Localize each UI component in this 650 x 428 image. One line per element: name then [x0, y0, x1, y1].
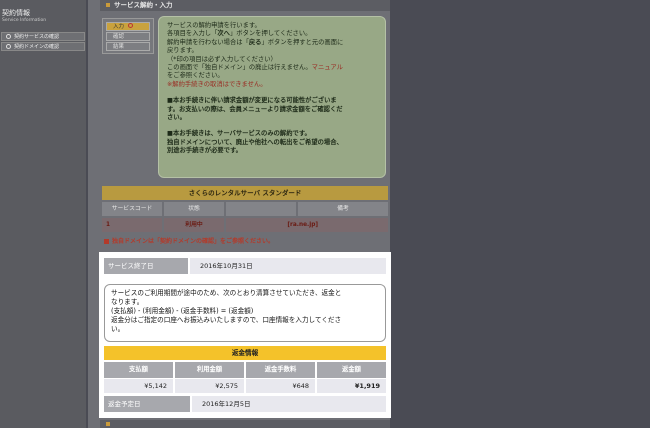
- table-header: 状態: [164, 202, 224, 216]
- notice-text: 各項目を入力し「次へ」ボタンを押してください。: [167, 30, 312, 38]
- info-text: い。: [111, 325, 125, 333]
- refund-info-box: サービスのご利用期間が途中のため、次のとおり清算させていただき、返金と なります…: [104, 284, 386, 342]
- step-confirm: 確認: [106, 32, 150, 41]
- usage-amount: ¥2,575: [175, 379, 244, 393]
- table-header: サービスコード: [102, 202, 162, 216]
- sidebar-header: 契約情報 Service Information: [2, 8, 82, 24]
- end-date-label: サービス終了日: [104, 258, 188, 274]
- circle-icon: [6, 34, 11, 39]
- table-header: 備考: [298, 202, 388, 216]
- info-text: なります。: [111, 298, 144, 306]
- refund-amount: ¥1,919: [317, 379, 386, 393]
- refund-date-label: 返金予定日: [104, 396, 190, 412]
- sidebar-item-label: 契約ドメインの確認: [14, 44, 60, 50]
- page-title: サービス解約・入力: [114, 1, 173, 9]
- step-indicator: 入力 確認 結果: [102, 18, 154, 54]
- refund-date-row: 返金予定日 2016年12月5日: [104, 396, 386, 412]
- refund-title: 返金情報: [104, 346, 386, 360]
- sidebar-item-service-check[interactable]: 契約サービスの確認: [1, 32, 85, 41]
- notice-text: さい。: [167, 114, 186, 122]
- notice-text: 別途お手続きが必要です。: [167, 147, 242, 155]
- manual-link[interactable]: マニュアル: [312, 64, 343, 71]
- notice-text: す。お支払いの際は、会員メニューより請求金額をご確認くだ: [167, 105, 343, 113]
- col-usage: 利用金額: [175, 362, 244, 378]
- end-date-value: 2016年10月31日: [190, 258, 386, 274]
- col-refund: 返金額: [317, 362, 386, 378]
- notice-text: ■本お手続きに伴い請求金額が変更になる可能性がございま: [167, 97, 337, 105]
- sidebar-subtitle: Service Information: [2, 18, 47, 23]
- status-badge: 利用中: [164, 218, 224, 232]
- refund-date-value: 2016年12月5日: [192, 396, 386, 412]
- step-result: 結果: [106, 42, 150, 51]
- info-text: 返金分はご指定の口座へお振込みいたしますので、口座情報を入力してくださ: [111, 316, 342, 324]
- table-header: [226, 202, 296, 216]
- notice-text: 戻ります。: [167, 47, 198, 55]
- current-step-icon: [128, 23, 134, 28]
- domain-note: 独自ドメインは「契約ドメインの確認」をご参照ください。: [104, 236, 384, 245]
- sidebar-item-domain-check[interactable]: 契約ドメインの確認: [1, 42, 85, 51]
- notice-warning: ※解約手続きの取消はできません。: [167, 80, 267, 88]
- payment-amount: ¥5,142: [104, 379, 173, 393]
- square-icon: [106, 3, 110, 7]
- domain-value: [ra.ne.jp]: [226, 218, 388, 232]
- info-text: (支払額) - (利用金額) - (返金手数料) = (返金額): [111, 307, 254, 315]
- sidebar-title: 契約情報: [2, 9, 30, 17]
- sidebar: [0, 0, 86, 428]
- fee-amount: ¥648: [246, 379, 315, 393]
- next-section-bar: [100, 420, 390, 428]
- plan-table: サービスコード 状態 備考 1 利用中 [ra.ne.jp]: [102, 202, 388, 232]
- notice-text: をご参照ください。: [167, 72, 224, 80]
- plan-name: さくらのレンタルサーバ スタンダード: [102, 186, 388, 200]
- step-input: 入力: [106, 22, 150, 31]
- square-icon: [104, 239, 109, 244]
- notice-text: 独自ドメインについて、廃止や他社への転出をご希望の場合、: [167, 138, 343, 146]
- col-fee: 返金手数料: [246, 362, 315, 378]
- notice-box: サービスの解約申請を行います。 各項目を入力し「次へ」ボタンを押してください。 …: [158, 16, 386, 178]
- notice-text: ■本お手続きは、サーバサービスのみの解約です。: [167, 130, 311, 138]
- service-code: 1: [102, 218, 162, 232]
- notice-text: （*印の項目は必ず入力してください）: [167, 55, 277, 63]
- sidebar-item-label: 契約サービスの確認: [14, 34, 60, 40]
- page-title-bar: サービス解約・入力: [100, 0, 390, 11]
- notice-text: 解約申請を行わない場合は「戻る」ボタンを押すと元の画面に: [167, 38, 344, 46]
- square-icon: [106, 422, 110, 426]
- circle-icon: [6, 44, 11, 49]
- col-payment: 支払額: [104, 362, 173, 378]
- info-text: サービスのご利用期間が途中のため、次のとおり清算させていただき、返金と: [111, 289, 342, 297]
- end-date-row: サービス終了日 2016年10月31日: [104, 258, 386, 274]
